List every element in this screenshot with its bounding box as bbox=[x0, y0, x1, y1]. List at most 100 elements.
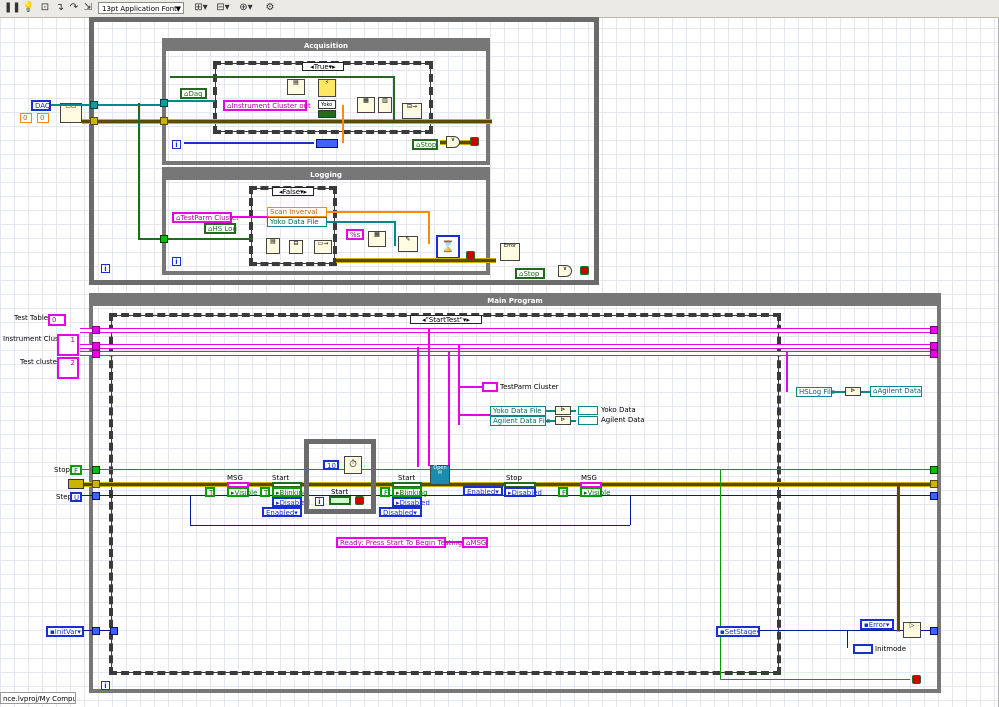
yoko-data-file-unbundle[interactable]: Yoko Data File bbox=[490, 406, 546, 416]
disabled-c-ring[interactable]: Disabled▾ bbox=[379, 507, 422, 517]
true-a: T bbox=[209, 489, 214, 497]
blinking-b-prop[interactable]: ▸Blinking bbox=[392, 487, 428, 497]
yoko-data-file-field[interactable]: Yoko Data File bbox=[267, 217, 327, 227]
yoko-meter-icon[interactable]: ⚡ bbox=[318, 79, 336, 97]
acq-subvi-icon[interactable]: ▤ bbox=[287, 79, 305, 95]
step-into-icon[interactable]: ↴ bbox=[54, 2, 66, 14]
disabled-a-prop[interactable]: ▸Disabled bbox=[272, 497, 310, 507]
zero-constant-a[interactable]: 0 bbox=[20, 113, 32, 123]
tunnel-acq-teal bbox=[160, 99, 168, 107]
agilent-data-indicator[interactable] bbox=[578, 416, 598, 425]
agilent-data-local[interactable]: ⌂Agilent Data bbox=[870, 386, 922, 397]
wait-ms-icon[interactable] bbox=[316, 139, 338, 148]
acq-stop-local[interactable]: ⌂Stop bbox=[412, 139, 438, 150]
testparm-cluster-indicator[interactable] bbox=[482, 382, 498, 392]
log-inner-stop[interactable] bbox=[466, 251, 475, 260]
visible-b-prop[interactable]: ▸Visible bbox=[580, 487, 610, 497]
distribute-icon[interactable]: ⊟▾ bbox=[214, 2, 232, 14]
log-or-icon[interactable]: ∨ bbox=[558, 265, 572, 277]
tunnel-pink-l3 bbox=[92, 350, 100, 358]
true-const-b[interactable]: T bbox=[260, 487, 270, 497]
format-string-const[interactable]: %s bbox=[346, 229, 364, 240]
hslog-convert-icon[interactable]: ⊳ bbox=[845, 387, 861, 396]
agilent-data-file-unbundle[interactable]: Agilent Data File bbox=[490, 416, 551, 426]
stop-control[interactable]: F bbox=[70, 465, 82, 475]
wait-timer-icon[interactable]: ⏱ bbox=[344, 456, 362, 474]
acq-stop-label: Stop bbox=[420, 141, 437, 149]
main-case-selector[interactable]: ◂"StartTest"▾▸ bbox=[410, 315, 482, 324]
blinking-a-prop[interactable]: ▸Blinking bbox=[272, 487, 308, 497]
inner-stop-terminal[interactable] bbox=[355, 496, 364, 505]
setstage-enum[interactable]: ▪SetStage▾ bbox=[716, 626, 760, 637]
msg-local-variable[interactable]: ⌂MSG bbox=[462, 537, 488, 548]
font-select[interactable]: 13pt Application Font ▼ bbox=[98, 2, 184, 14]
enabled-b-ring[interactable]: Enabled▾ bbox=[463, 486, 503, 496]
daq-control[interactable]: DAQ bbox=[31, 100, 51, 111]
test-cluster-control[interactable]: 2 bbox=[57, 357, 79, 379]
select-icon[interactable]: ▷ bbox=[903, 622, 921, 638]
inner-iteration-terminal: i bbox=[315, 497, 324, 506]
log-stop-terminal[interactable] bbox=[580, 266, 589, 275]
testparm-cluster-local[interactable]: ⌂TestParm Cluster bbox=[172, 212, 239, 223]
step-control[interactable]: U bbox=[70, 492, 82, 502]
stop-bool-v bbox=[720, 469, 721, 679]
log-write-icon[interactable]: ⊟ bbox=[289, 240, 303, 254]
tunnel-blue-r2 bbox=[930, 627, 938, 635]
visible-a-prop[interactable]: ▸Visible bbox=[227, 487, 257, 497]
yoko-convert-icon[interactable]: ⊳ bbox=[555, 406, 571, 415]
false-const-a[interactable]: F bbox=[380, 487, 390, 497]
step-out-icon[interactable]: ⇲ bbox=[82, 2, 94, 14]
hslog-file-unbundle[interactable]: HSLog File bbox=[796, 387, 835, 397]
instrument-cluster-control[interactable]: 1 bbox=[57, 334, 79, 356]
write-text-file-icon[interactable]: ✎ bbox=[398, 236, 418, 252]
instrument-cluster-out-local[interactable]: ⌂Instrument Cluster out bbox=[223, 100, 311, 111]
zero-constant-b[interactable]: 0 bbox=[37, 113, 49, 123]
daq-local-variable[interactable]: ⌂Daq bbox=[180, 88, 207, 99]
reorder-icon[interactable]: ⊕▾ bbox=[236, 2, 256, 14]
retain-values-icon[interactable]: ⊡ bbox=[38, 2, 52, 14]
acq-stop-terminal[interactable] bbox=[470, 137, 479, 146]
yoko-data-indicator[interactable] bbox=[578, 406, 598, 415]
open-file-icon[interactable]: Open ✉ bbox=[430, 465, 450, 485]
initvar-control[interactable]: ▪InitVar▾ bbox=[46, 626, 84, 637]
true-const-a[interactable]: T bbox=[205, 487, 215, 497]
acq-or-icon[interactable]: ∨ bbox=[446, 136, 460, 148]
false-const-b[interactable]: F bbox=[558, 487, 568, 497]
ready-string-constant[interactable]: Ready: Press Start To Begin Testing bbox=[336, 537, 462, 548]
msg-local-label: MSG bbox=[470, 539, 487, 547]
error-in-control[interactable] bbox=[68, 479, 84, 489]
cleanup-icon[interactable]: ⚙ bbox=[262, 2, 278, 14]
ready-string-label: Ready: Press Start To Begin Testing bbox=[340, 539, 463, 547]
build-array-icon[interactable]: ▦ bbox=[357, 97, 375, 113]
error-enum[interactable]: ▪Error▾ bbox=[860, 619, 894, 630]
disabled-d-prop[interactable]: ▸Disabled bbox=[504, 487, 542, 497]
disabled-b-prop[interactable]: ▸Disabled bbox=[392, 497, 430, 507]
bundle-cluster-icon[interactable]: ▭▭ bbox=[60, 103, 82, 123]
array-icon[interactable]: ▥ bbox=[378, 97, 392, 113]
agilent-convert-icon[interactable]: ⊳ bbox=[555, 416, 571, 425]
wait-hourglass-icon[interactable]: ⌛ bbox=[436, 235, 460, 259]
acq-write-icon[interactable]: ⊟→ bbox=[402, 103, 422, 119]
log-index-icon[interactable]: ▤ bbox=[266, 238, 280, 254]
align-icon[interactable]: ⊞▾ bbox=[192, 2, 210, 14]
wait-ms-constant[interactable]: 10 bbox=[323, 460, 339, 470]
log-yoko-file-label: Yoko Data File bbox=[270, 218, 319, 226]
format-into-string-icon[interactable]: ▦ bbox=[368, 231, 386, 247]
enabled-a-ring[interactable]: Enabled▾ bbox=[262, 507, 302, 517]
pause-icon[interactable]: ❚❚ bbox=[4, 2, 21, 14]
log-stop-local[interactable]: ⌂Stop bbox=[515, 268, 545, 279]
initmode-indicator[interactable] bbox=[853, 644, 873, 654]
hs-log-local[interactable]: ⌂HS Log bbox=[204, 223, 237, 234]
logging-case-selector[interactable]: ◂False▾▸ bbox=[272, 187, 314, 196]
scan-interval-field[interactable]: Scan Inverval bbox=[267, 207, 327, 217]
test-table-control[interactable]: 0 bbox=[48, 314, 66, 326]
start-inner-terminal[interactable] bbox=[329, 496, 351, 505]
main-yoko-file-label: Yoko Data File bbox=[493, 407, 542, 415]
main-stop-terminal[interactable] bbox=[912, 675, 921, 684]
step-over-icon[interactable]: ↷ bbox=[68, 2, 80, 14]
log-file-icon[interactable]: ▭→ bbox=[314, 240, 332, 254]
acquisition-case-selector[interactable]: ◂True▾▸ bbox=[302, 62, 344, 71]
toolbar: ❚❚ 💡 ⊡ ↴ ↷ ⇲ 13pt Application Font ▼ ⊞▾ … bbox=[0, 0, 999, 18]
error-handler-icon[interactable]: Error bbox=[500, 243, 520, 261]
highlight-bulb-icon[interactable]: 💡 bbox=[22, 2, 34, 14]
